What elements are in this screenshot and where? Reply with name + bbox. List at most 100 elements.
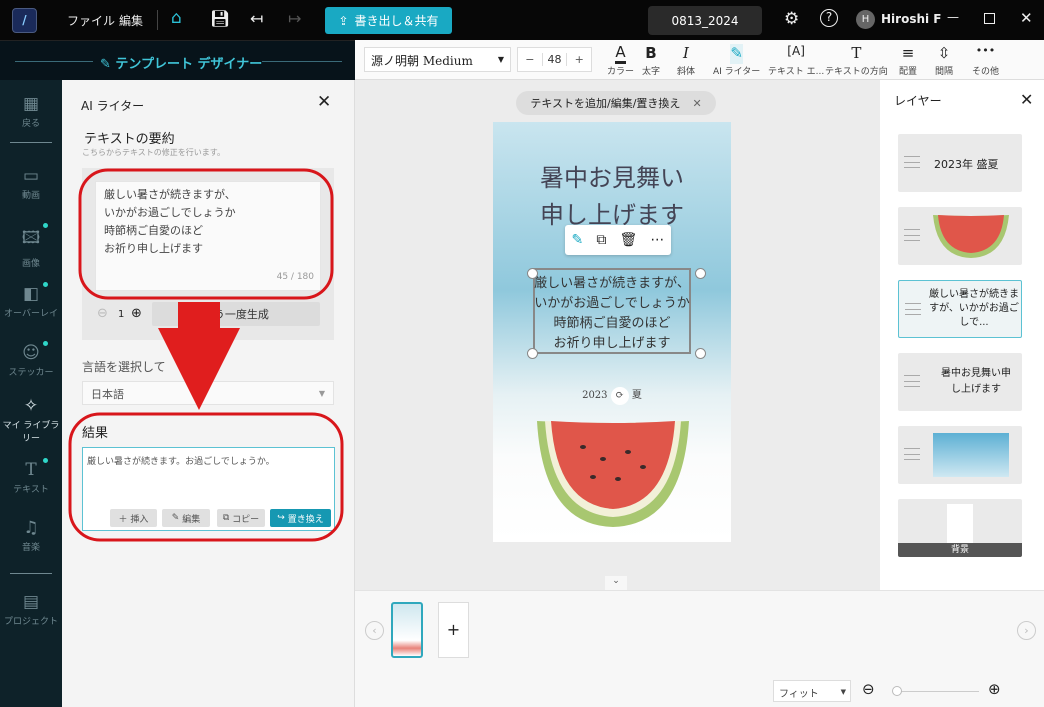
tool-label: テキスト エ...: [768, 67, 825, 77]
trash-icon[interactable]: 🗑︎: [620, 232, 638, 248]
decrease-button[interactable]: −: [518, 53, 542, 66]
title-text[interactable]: 暑中お見舞い 申し上げます: [493, 160, 731, 234]
increase-button[interactable]: +: [567, 53, 591, 66]
resize-handle[interactable]: [527, 348, 538, 359]
drag-handle-icon[interactable]: [904, 375, 920, 387]
zoom-select[interactable]: フィット ▼: [773, 680, 851, 702]
drag-handle-icon[interactable]: [904, 448, 920, 460]
rail-video[interactable]: ▭ 動画: [0, 166, 62, 201]
left-rail: ▦ 戻る ▭ 動画 🖾 画像 ◧ オーバーレイ ☺ ステッカー ✧ マイ ライブラリー Tテ…: [0, 80, 62, 707]
year-text[interactable]: 2023 ⟳ 夏: [493, 386, 731, 405]
rail-back[interactable]: ▦ 戻る: [0, 94, 62, 129]
rail-project[interactable]: ▤ プロジェクト: [0, 592, 62, 627]
replace-button[interactable]: ↪ 置き換え: [270, 509, 331, 527]
designer-icon: ✎: [100, 57, 116, 72]
designer-title-text: テンプレート デザイナー: [115, 57, 263, 72]
increment-icon[interactable]: ⊕: [131, 306, 142, 321]
divider: [10, 573, 52, 574]
insert-button[interactable]: ＋ 挿入: [110, 509, 157, 527]
decrement-icon[interactable]: ⊖: [97, 306, 108, 321]
rail-my-library[interactable]: ✧ マイ ライブラリー: [0, 396, 62, 444]
ai-writer-tool[interactable]: ✎ AI ライター: [713, 44, 760, 77]
rail-overlay[interactable]: ◧ オーバーレイ: [0, 282, 62, 319]
next-page-icon[interactable]: ›: [1017, 621, 1036, 640]
add-page-button[interactable]: +: [438, 602, 469, 658]
text-effect-tool[interactable]: [A] テキスト エ...: [768, 44, 824, 77]
help-icon[interactable]: ?: [820, 9, 838, 27]
close-icon[interactable]: ✕: [1020, 90, 1033, 109]
collapse-toggle[interactable]: ⌄: [605, 576, 627, 590]
language-select[interactable]: 日本語 ▼: [82, 381, 334, 405]
gear-icon[interactable]: ⚙: [784, 9, 799, 29]
layer-item-selected[interactable]: 厳しい暑さが続きますが、いかがお過ごしで...: [898, 280, 1022, 338]
duplicate-icon[interactable]: ⧉: [596, 232, 606, 248]
prev-page-icon[interactable]: ‹: [365, 621, 384, 640]
home-icon[interactable]: ⌂: [171, 8, 182, 28]
zoom-in-icon[interactable]: ⊕: [988, 680, 1001, 698]
watermelon-image[interactable]: [533, 417, 693, 532]
font-size-value[interactable]: 48: [541, 53, 568, 66]
zoom-out-icon[interactable]: ⊖: [862, 680, 875, 698]
rotate-icon[interactable]: ⟳: [610, 387, 629, 405]
minimize-icon[interactable]: —: [947, 10, 959, 24]
rail-music[interactable]: ♫ 音楽: [0, 518, 62, 553]
section-hint: こちらからテキストの修正を行います。: [82, 148, 225, 157]
body-text[interactable]: 厳しい暑さが続きますが、 いかがお過ごしでしょうか 時節柄ご自愛のほど お祈り申し上げ…: [493, 274, 731, 354]
redo-icon[interactable]: ↦: [288, 9, 301, 28]
align-tool[interactable]: ≡ 配置: [899, 44, 917, 77]
magic-wand-icon[interactable]: ✎: [572, 232, 584, 248]
drag-handle-icon[interactable]: [904, 229, 920, 241]
tool-label: 配置: [899, 67, 918, 77]
font-size-stepper[interactable]: −48 +: [517, 47, 592, 72]
divider: [262, 61, 342, 62]
input-line: 厳しい暑さが続きますが、: [104, 188, 236, 201]
spacing-tool[interactable]: ⇳ 間隔: [935, 44, 953, 77]
body-line: いかがお過ごしでしょうか: [534, 296, 690, 311]
italic-tool[interactable]: I 斜体: [677, 44, 695, 77]
export-share-button[interactable]: ⇪ 書き出し＆共有: [325, 7, 452, 34]
layer-item[interactable]: 暑中お見舞い申し上げます: [898, 353, 1022, 411]
more-icon[interactable]: ⋯: [650, 232, 664, 248]
resize-handle[interactable]: [695, 268, 706, 279]
source-text-input[interactable]: 厳しい暑さが続きますが、 いかがお過ごしでしょうか 時節柄ご自愛のほど お祈り申…: [95, 181, 321, 291]
project-name[interactable]: 0813_2024: [648, 6, 762, 35]
maximize-icon[interactable]: [984, 13, 995, 24]
rail-sticker[interactable]: ☺ ステッカー: [0, 341, 62, 378]
insert-label: 挿入: [130, 514, 149, 525]
more-tool[interactable]: ••• その他: [972, 44, 999, 77]
zoom-slider[interactable]: [895, 691, 979, 692]
tool-label: AI ライター: [713, 67, 761, 77]
edit-button[interactable]: ✎ 編集: [162, 509, 210, 527]
design-canvas[interactable]: 暑中お見舞い 申し上げます 厳しい暑さが続きますが、 いかがお過ごしでしょうか 時節柄…: [493, 122, 731, 542]
layer-item-background[interactable]: 背景: [898, 499, 1022, 557]
bold-tool[interactable]: B 太字: [642, 44, 660, 77]
layer-item[interactable]: 2023年 盛夏: [898, 134, 1022, 192]
layer-item[interactable]: [898, 426, 1022, 484]
page-thumbnail[interactable]: [391, 602, 423, 658]
close-icon[interactable]: ✕: [1020, 9, 1033, 27]
save-icon[interactable]: 💾︎: [210, 9, 230, 28]
font-select[interactable]: 源ノ明朝 Medium ▼: [364, 47, 511, 72]
rail-text[interactable]: T テキスト: [0, 458, 62, 495]
user-name[interactable]: Hiroshi F: [881, 12, 942, 26]
plus-icon: ＋: [118, 514, 131, 525]
text-direction-tool[interactable]: T テキストの方向: [825, 44, 888, 77]
rail-image[interactable]: 🖾 画像: [0, 223, 62, 269]
resize-handle[interactable]: [695, 348, 706, 359]
resize-handle[interactable]: [527, 268, 538, 279]
new-dot: [43, 223, 48, 228]
color-tool[interactable]: A カラー: [607, 44, 634, 77]
menu-edit[interactable]: 編集: [119, 12, 143, 29]
drag-handle-icon[interactable]: [905, 303, 921, 315]
menu-file[interactable]: ファイル: [67, 12, 115, 29]
rail-label: テキスト: [13, 485, 49, 495]
undo-icon[interactable]: ↤: [250, 9, 263, 28]
close-icon[interactable]: ✕: [692, 97, 701, 110]
close-icon[interactable]: ✕: [317, 92, 331, 112]
regenerate-button[interactable]: もう一度生成: [152, 302, 320, 326]
avatar[interactable]: H: [856, 10, 875, 29]
copy-button[interactable]: ⧉ コピー: [217, 509, 265, 527]
zoom-slider-handle[interactable]: [892, 686, 902, 696]
layer-item[interactable]: [898, 207, 1022, 265]
drag-handle-icon[interactable]: [904, 156, 920, 168]
